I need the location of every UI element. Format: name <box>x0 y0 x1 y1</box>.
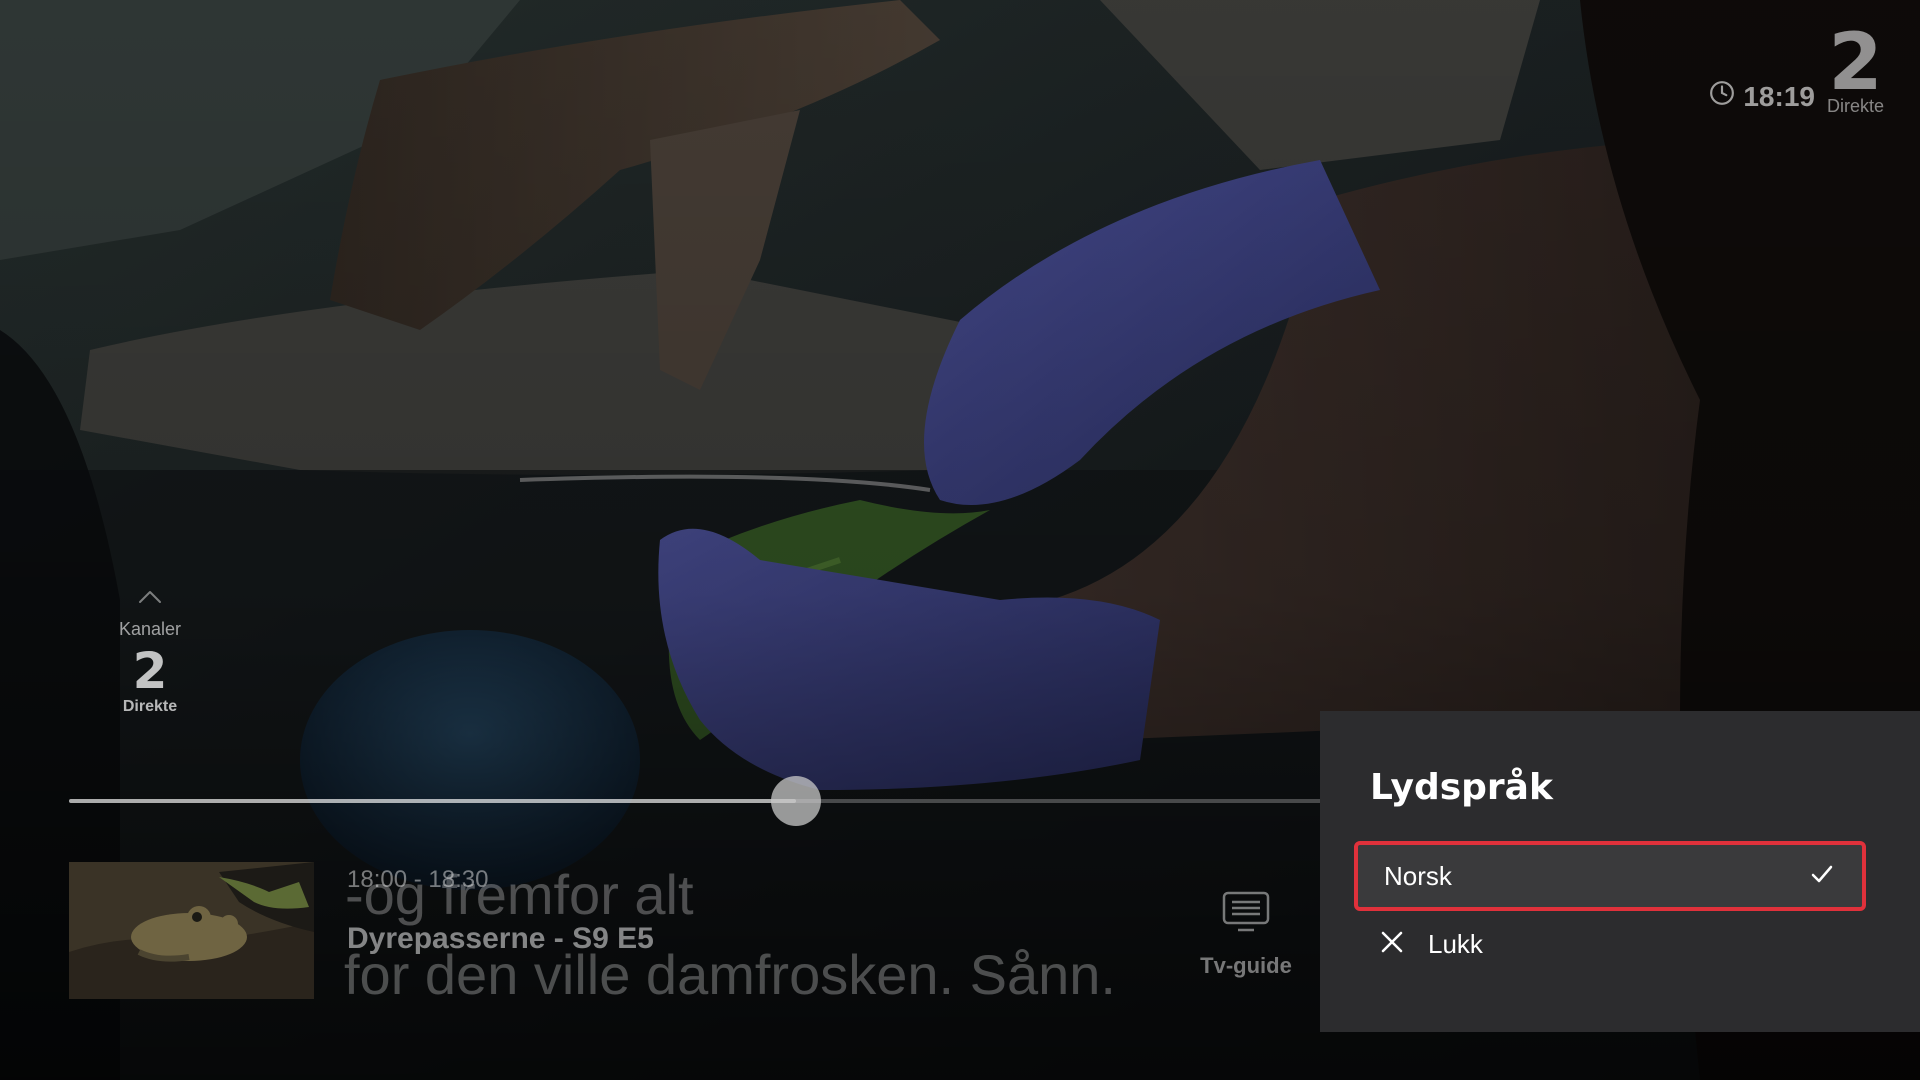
program-thumbnail <box>69 862 314 999</box>
channel-switcher[interactable]: Kanaler 2 Direkte <box>100 588 200 716</box>
progress-fill <box>69 799 796 803</box>
channel-number: 2 <box>1828 18 1883 108</box>
channel-switcher-status: Direkte <box>122 698 178 715</box>
close-panel-button[interactable]: Lukk <box>1380 929 1483 960</box>
tv-guide-button[interactable]: Tv-guide <box>1196 890 1296 979</box>
chevron-up-icon[interactable] <box>136 588 164 611</box>
subtitle-line-2: for den ville damfrosken. Sånn. <box>344 943 1116 1006</box>
close-panel-label: Lukk <box>1428 929 1483 959</box>
clock-time: 18:19 <box>1743 80 1815 112</box>
audio-panel-title: Lydspråk <box>1370 767 1553 808</box>
tv-guide-icon <box>1221 890 1271 939</box>
check-icon <box>1808 860 1836 893</box>
progress-scrubber[interactable] <box>770 776 821 826</box>
top-right-info: 18:19 2 Direkte <box>1709 18 1884 117</box>
tv-player-screen: 18:19 2 Direkte Kanaler 2 Direkte 18:00 … <box>0 0 1920 1080</box>
clock-icon <box>1709 80 1735 113</box>
channel-switcher-number: 2 <box>132 642 168 700</box>
tv-guide-label: Tv-guide <box>1200 953 1292 978</box>
progress-bar[interactable] <box>69 776 1322 826</box>
audio-language-panel: Lydspråk Norsk Lukk <box>1320 711 1920 1032</box>
close-icon <box>1380 930 1404 959</box>
clock: 18:19 <box>1709 80 1815 113</box>
subtitle-line-1: -og fremfor alt <box>345 863 694 926</box>
audio-option-norsk[interactable]: Norsk <box>1354 841 1866 911</box>
audio-option-label: Norsk <box>1384 860 1452 891</box>
channel-logo: 2 Direkte <box>1826 18 1884 117</box>
channel-switcher-label: Kanaler <box>118 619 182 639</box>
channel-status: Direkte <box>1826 96 1884 116</box>
